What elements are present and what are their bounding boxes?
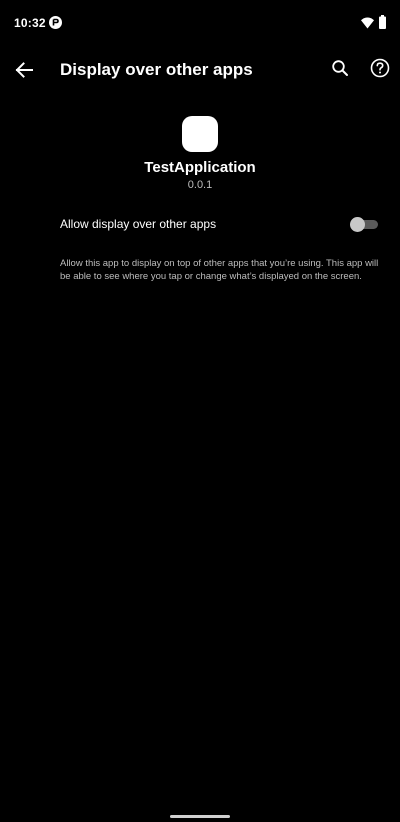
allow-overlay-label: Allow display over other apps: [60, 217, 217, 231]
back-button[interactable]: [8, 56, 40, 88]
search-icon: [331, 59, 349, 82]
battery-icon: [379, 15, 386, 29]
status-time: 10:32: [14, 16, 46, 30]
notification-icon: [49, 16, 62, 29]
setting-description: Allow this app to display on top of othe…: [60, 258, 379, 282]
help-icon: [370, 58, 390, 83]
app-bar: Display over other apps: [0, 44, 400, 100]
allow-overlay-setting-row[interactable]: Allow display over other apps: [0, 204, 400, 244]
arrow-back-icon: [14, 60, 34, 85]
page-title: Display over other apps: [60, 60, 253, 79]
allow-overlay-switch[interactable]: [350, 217, 378, 232]
wifi-icon: [361, 16, 374, 29]
app-name: TestApplication: [144, 159, 256, 176]
status-bar: 10:32: [0, 0, 400, 44]
search-button[interactable]: [326, 56, 354, 84]
switch-thumb: [350, 217, 365, 232]
app-icon: [182, 116, 218, 152]
gesture-nav-handle[interactable]: [170, 815, 230, 818]
app-version: 0.0.1: [187, 179, 213, 191]
help-button[interactable]: [366, 56, 394, 84]
